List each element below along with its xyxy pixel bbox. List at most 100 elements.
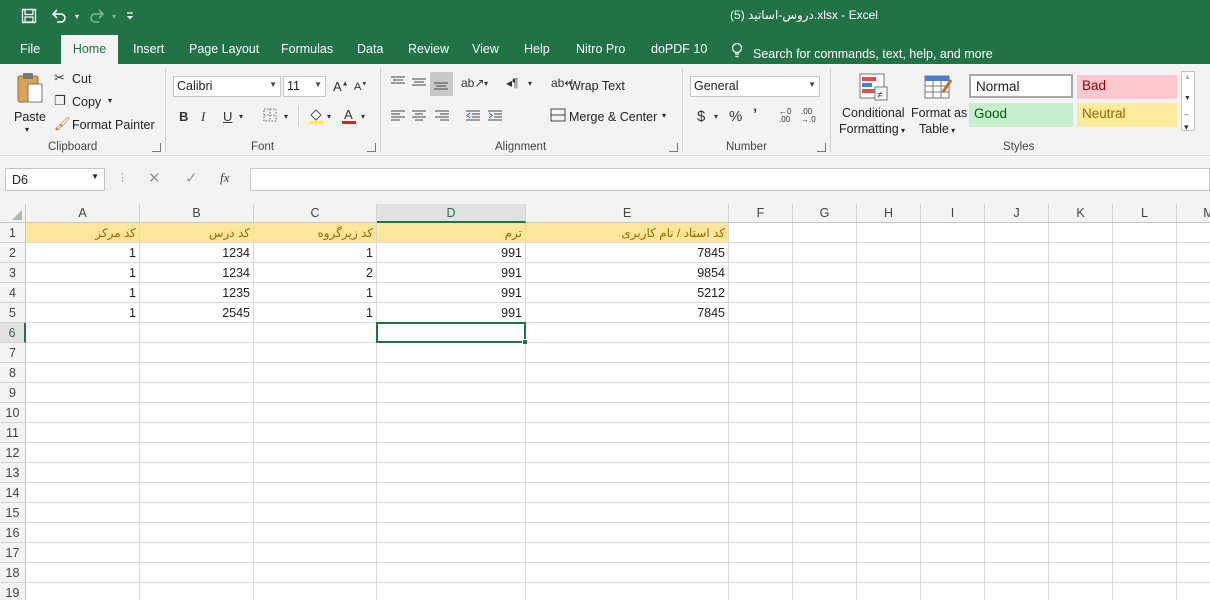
cell-f14[interactable] [729, 483, 793, 503]
cell-h14[interactable] [857, 483, 921, 503]
fill-color-icon[interactable] [307, 107, 325, 128]
align-right-icon[interactable] [434, 109, 450, 126]
cell-c2[interactable]: 1 [254, 243, 377, 263]
cell-k8[interactable] [1049, 363, 1113, 383]
cell-a2[interactable]: 1 [26, 243, 140, 263]
align-top-icon[interactable] [390, 75, 406, 92]
cell-c4[interactable]: 1 [254, 283, 377, 303]
cell-f5[interactable] [729, 303, 793, 323]
cell-c9[interactable] [254, 383, 377, 403]
font-launcher-icon[interactable] [367, 143, 376, 152]
cell-c5[interactable]: 1 [254, 303, 377, 323]
cell-b5[interactable]: 2545 [140, 303, 254, 323]
conditional-formatting-button[interactable]: ≠ Conditional Formatting ▾ [838, 70, 908, 140]
cell-b10[interactable] [140, 403, 254, 423]
cell-d19[interactable] [377, 583, 526, 600]
cell-k16[interactable] [1049, 523, 1113, 543]
cell-d4[interactable]: 991 [377, 283, 526, 303]
cell-d15[interactable] [377, 503, 526, 523]
align-middle-icon[interactable] [411, 75, 427, 92]
cell-l3[interactable] [1113, 263, 1177, 283]
cell-e7[interactable] [526, 343, 729, 363]
cell-b17[interactable] [140, 543, 254, 563]
cell-g12[interactable] [793, 443, 857, 463]
cell-d5[interactable]: 991 [377, 303, 526, 323]
customize-icon[interactable] [121, 7, 139, 25]
cell-g18[interactable] [793, 563, 857, 583]
cell-i9[interactable] [921, 383, 985, 403]
copy-button[interactable]: ❐ Copy ▾ [52, 93, 122, 111]
cell-h6[interactable] [857, 323, 921, 343]
tab-nitro-pro[interactable]: Nitro Pro [576, 42, 625, 56]
cell-i15[interactable] [921, 503, 985, 523]
cell-m13[interactable] [1177, 463, 1210, 483]
cell-l10[interactable] [1113, 403, 1177, 423]
cell-j4[interactable] [985, 283, 1049, 303]
cell-j11[interactable] [985, 423, 1049, 443]
cell-a12[interactable] [26, 443, 140, 463]
cell-f6[interactable] [729, 323, 793, 343]
tab-file[interactable]: File [20, 42, 40, 56]
cell-k2[interactable] [1049, 243, 1113, 263]
scroll-down-icon[interactable]: ▼ [1184, 95, 1191, 102]
cell-e9[interactable] [526, 383, 729, 403]
cell-b2[interactable]: 1234 [140, 243, 254, 263]
cell-e17[interactable] [526, 543, 729, 563]
cell-k13[interactable] [1049, 463, 1113, 483]
cell-f10[interactable] [729, 403, 793, 423]
cell-d17[interactable] [377, 543, 526, 563]
cell-m18[interactable] [1177, 563, 1210, 583]
cell-e8[interactable] [526, 363, 729, 383]
cell-d7[interactable] [377, 343, 526, 363]
column-header-e[interactable]: E [526, 204, 729, 223]
cell-a1[interactable]: کد مرکز [26, 223, 140, 243]
column-header-c[interactable]: C [254, 204, 377, 223]
cell-e4[interactable]: 5212 [526, 283, 729, 303]
cell-c6[interactable] [254, 323, 377, 343]
alignment-launcher-icon[interactable] [669, 143, 678, 152]
cell-g4[interactable] [793, 283, 857, 303]
cell-a13[interactable] [26, 463, 140, 483]
cell-m2[interactable] [1177, 243, 1210, 263]
cell-a5[interactable]: 1 [26, 303, 140, 323]
cell-b13[interactable] [140, 463, 254, 483]
cell-c8[interactable] [254, 363, 377, 383]
cell-g16[interactable] [793, 523, 857, 543]
cell-d11[interactable] [377, 423, 526, 443]
column-header-m[interactable]: M [1177, 204, 1210, 223]
cell-e12[interactable] [526, 443, 729, 463]
cell-k11[interactable] [1049, 423, 1113, 443]
cell-g7[interactable] [793, 343, 857, 363]
cell-i10[interactable] [921, 403, 985, 423]
cell-b6[interactable] [140, 323, 254, 343]
cell-l5[interactable] [1113, 303, 1177, 323]
style-neutral[interactable]: Neutral [1077, 103, 1177, 127]
cell-m9[interactable] [1177, 383, 1210, 403]
cell-a4[interactable]: 1 [26, 283, 140, 303]
italic-button[interactable]: I [201, 109, 205, 125]
cell-f13[interactable] [729, 463, 793, 483]
cell-k1[interactable] [1049, 223, 1113, 243]
decrease-indent-icon[interactable] [465, 109, 481, 126]
paste-button[interactable]: Paste ▾ [10, 70, 48, 136]
cell-m11[interactable] [1177, 423, 1210, 443]
cell-a18[interactable] [26, 563, 140, 583]
scroll-up-icon[interactable]: ▲ [1184, 74, 1191, 81]
cell-f7[interactable] [729, 343, 793, 363]
cell-a3[interactable]: 1 [26, 263, 140, 283]
font-color-icon[interactable]: A [341, 107, 357, 128]
cell-i6[interactable] [921, 323, 985, 343]
cell-a8[interactable] [26, 363, 140, 383]
cell-m14[interactable] [1177, 483, 1210, 503]
cell-k7[interactable] [1049, 343, 1113, 363]
tab-insert[interactable]: Insert [133, 42, 164, 56]
cell-m8[interactable] [1177, 363, 1210, 383]
cell-k17[interactable] [1049, 543, 1113, 563]
currency-button[interactable]: $ [697, 108, 705, 125]
cell-h2[interactable] [857, 243, 921, 263]
name-box[interactable]: D6 ▼ [5, 168, 105, 191]
font-size-select[interactable]: 11 ▼ [283, 76, 326, 97]
cell-a6[interactable] [26, 323, 140, 343]
cell-i13[interactable] [921, 463, 985, 483]
cell-j17[interactable] [985, 543, 1049, 563]
